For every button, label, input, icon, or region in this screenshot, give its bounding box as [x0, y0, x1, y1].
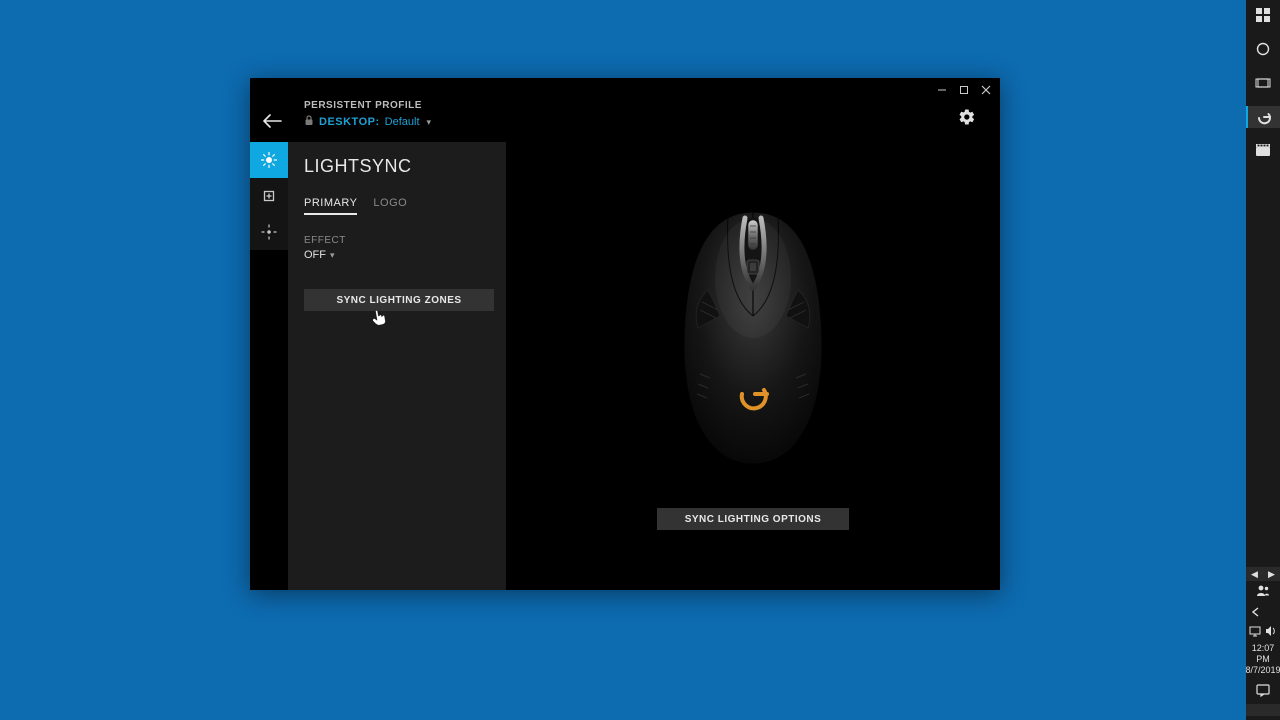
chevron-down-icon: ▾: [330, 250, 335, 261]
app-window: PERSISTENT PROFILE DESKTOP: Default ▾ LI…: [250, 78, 1000, 590]
taskbar-scroll-left[interactable]: ◀: [1246, 567, 1263, 581]
profile-selector[interactable]: DESKTOP: Default ▾: [304, 115, 431, 129]
tray-overflow-icon[interactable]: [1246, 605, 1280, 619]
minimize-button[interactable]: [936, 84, 948, 96]
rail-sensitivity[interactable]: [250, 214, 288, 250]
taskbar-scroll: ◀ ▶: [1246, 567, 1280, 581]
main-area: SYNC LIGHTING OPTIONS: [506, 142, 1000, 590]
rail-assignments[interactable]: [250, 178, 288, 214]
tray-system-icons[interactable]: [1249, 625, 1277, 637]
effect-value: OFF: [304, 249, 326, 261]
tab-logo[interactable]: LOGO: [373, 197, 407, 215]
volume-icon: [1265, 625, 1277, 637]
taskbar-tray: 12:07 PM 8/7/2019: [1246, 581, 1280, 720]
taskbar-top: [1246, 0, 1280, 162]
header: PERSISTENT PROFILE DESKTOP: Default ▾: [304, 100, 431, 129]
effect-dropdown[interactable]: OFF ▾: [304, 249, 490, 261]
panel-title: LIGHTSYNC: [304, 156, 490, 177]
taskbar-app-ghub[interactable]: [1246, 106, 1280, 128]
settings-button[interactable]: [958, 108, 976, 131]
tray-people-icon[interactable]: [1246, 581, 1280, 599]
window-controls: [936, 84, 992, 96]
network-icon: [1249, 625, 1261, 637]
effect-label: EFFECT: [304, 235, 490, 246]
windows-taskbar: ◀ ▶ 12:07 PM 8/7/2019: [1246, 0, 1280, 720]
taskbar-app-video[interactable]: [1246, 140, 1280, 162]
sync-zones-button[interactable]: SYNC LIGHTING ZONES: [304, 289, 494, 311]
action-center-icon[interactable]: [1246, 682, 1280, 698]
sync-options-button[interactable]: SYNC LIGHTING OPTIONS: [657, 508, 849, 530]
cursor-icon: [370, 309, 387, 330]
start-button[interactable]: [1246, 4, 1280, 26]
chevron-down-icon: ▾: [427, 117, 432, 128]
maximize-button[interactable]: [958, 84, 970, 96]
zone-tabs: PRIMARY LOGO: [304, 197, 490, 215]
clock-date: 8/7/2019: [1245, 665, 1280, 676]
back-button[interactable]: [262, 112, 282, 133]
show-desktop-button[interactable]: [1246, 704, 1280, 716]
side-rail: [250, 142, 288, 250]
taskview-icon[interactable]: [1246, 72, 1280, 94]
taskbar-scroll-right[interactable]: ▶: [1263, 567, 1280, 581]
close-button[interactable]: [980, 84, 992, 96]
clock-time: 12:07 PM: [1245, 643, 1280, 665]
profile-desktop-label: DESKTOP:: [319, 116, 380, 128]
tab-primary[interactable]: PRIMARY: [304, 197, 357, 215]
profile-default-label: Default: [385, 116, 420, 128]
device-image: [668, 198, 838, 478]
profile-label: PERSISTENT PROFILE: [304, 100, 422, 111]
lock-icon: [304, 115, 314, 129]
lightsync-panel: LIGHTSYNC PRIMARY LOGO EFFECT OFF ▾ SYNC…: [288, 142, 506, 590]
taskbar-clock[interactable]: 12:07 PM 8/7/2019: [1245, 643, 1280, 676]
cortana-icon[interactable]: [1246, 38, 1280, 60]
rail-lightsync[interactable]: [250, 142, 288, 178]
